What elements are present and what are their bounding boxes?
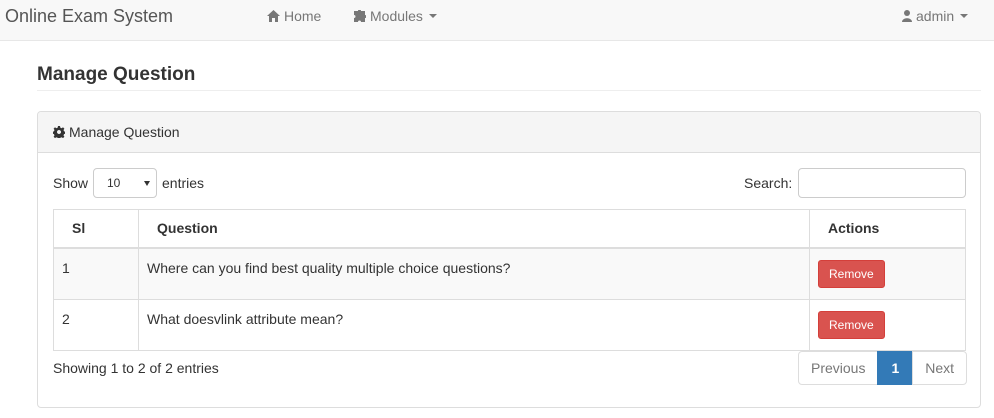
brand-link[interactable]: Online Exam System: [5, 6, 173, 27]
top-navbar: Online Exam System Home Modules admin: [0, 0, 994, 41]
table-row: 2 What doesvlink attribute mean? Remove: [53, 298, 966, 351]
manage-question-panel: Manage Question Show 10 entries Search: …: [37, 111, 981, 408]
user-menu-dropdown[interactable]: admin: [902, 8, 969, 24]
nav-home-label: Home: [284, 8, 322, 24]
puzzle-icon: [354, 9, 366, 22]
panel-title-text: Manage Question: [69, 124, 180, 140]
row-sl: 1: [53, 247, 139, 300]
caret-down-icon: [960, 14, 969, 18]
search-input[interactable]: [798, 168, 966, 198]
row-actions: Remove: [809, 247, 966, 300]
table-row: 1 Where can you find best quality multip…: [53, 247, 966, 300]
search-label: Search:: [744, 175, 793, 191]
entries-label: entries: [162, 175, 205, 191]
column-header-sl[interactable]: Sl: [53, 209, 139, 249]
page-title: Manage Question: [37, 64, 196, 85]
remove-button[interactable]: Remove: [818, 259, 885, 288]
row-question: Where can you find best quality multiple…: [138, 247, 810, 300]
questions-table: Sl Question Actions 1 Where can you find…: [53, 209, 966, 351]
user-menu-label: admin: [916, 8, 955, 24]
nav-modules-dropdown[interactable]: Modules: [353, 8, 437, 24]
panel-title: Manage Question: [53, 124, 180, 140]
select-arrow-icon: [144, 181, 150, 186]
home-icon: [267, 10, 280, 22]
row-sl: 2: [53, 298, 139, 351]
nav-modules-label: Modules: [370, 8, 423, 24]
row-question: What doesvlink attribute mean?: [138, 298, 810, 351]
caret-down-icon: [428, 14, 437, 18]
entries-length-select[interactable]: 10: [93, 168, 157, 198]
row-actions: Remove: [809, 298, 966, 351]
show-label: Show: [53, 175, 89, 191]
panel-heading: Manage Question: [38, 112, 980, 153]
user-icon: [902, 10, 912, 22]
nav-home-link[interactable]: Home: [267, 8, 321, 24]
previous-page-button[interactable]: Previous: [798, 351, 879, 385]
pagination: Previous 1 Next: [798, 351, 968, 385]
column-header-actions[interactable]: Actions: [809, 209, 966, 249]
next-page-button[interactable]: Next: [912, 351, 968, 385]
title-divider: [37, 90, 981, 91]
table-info: Showing 1 to 2 of 2 entries: [53, 360, 219, 376]
page-1-button[interactable]: 1: [877, 351, 914, 385]
table-header-row: Sl Question Actions: [53, 209, 966, 249]
column-header-question[interactable]: Question: [138, 209, 810, 249]
gear-icon: [53, 126, 65, 138]
entries-length-value: 10: [107, 176, 121, 190]
remove-button[interactable]: Remove: [818, 310, 885, 339]
